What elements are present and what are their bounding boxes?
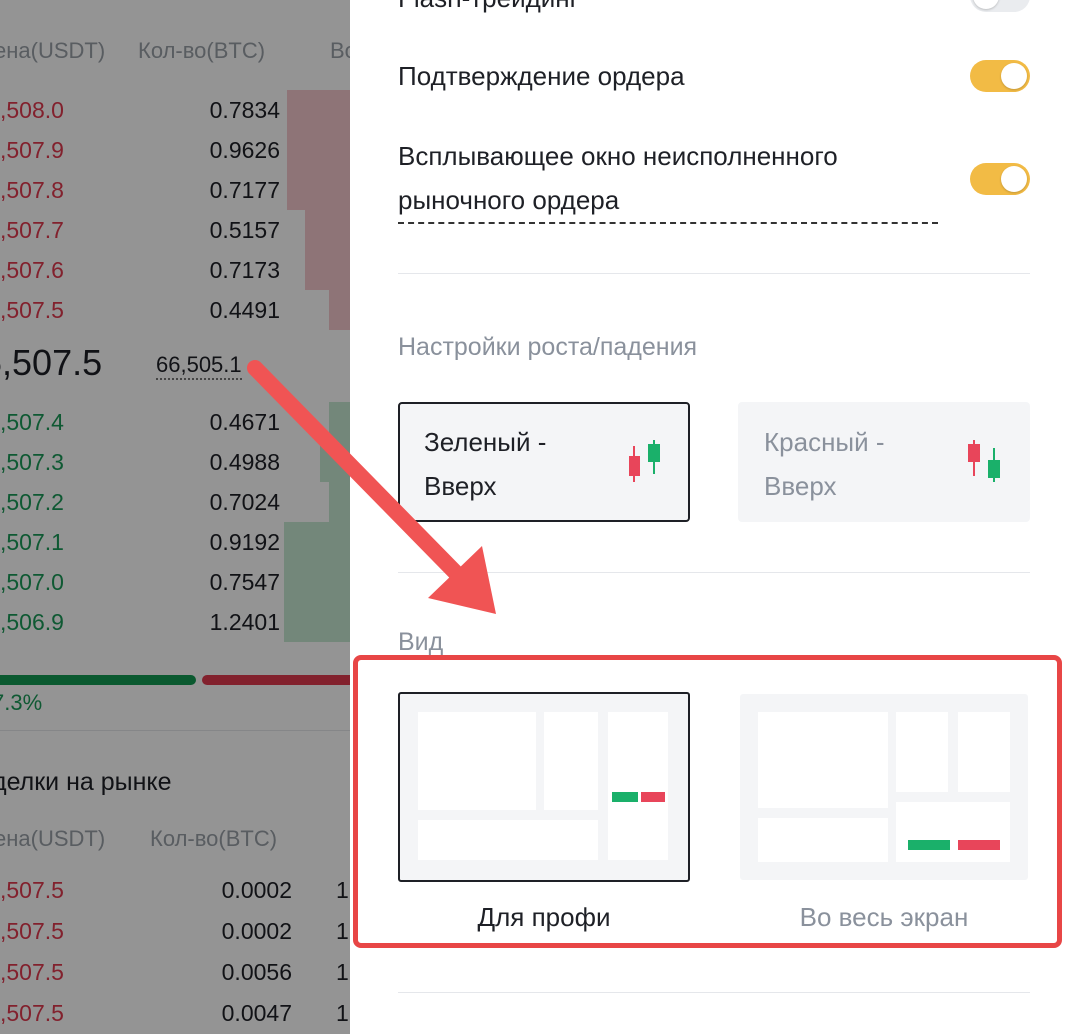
popup-label-line1: Всплывающее окно неисполненного xyxy=(398,141,838,171)
color-settings-title: Настройки роста/падения xyxy=(398,333,698,361)
candlestick-icon xyxy=(629,440,660,482)
toggle-knob xyxy=(973,0,999,9)
popup-label-line2[interactable]: рыночного ордера xyxy=(398,178,938,224)
toggle-knob xyxy=(1001,63,1027,89)
order-book-panel: ена(USDT) Кол-во(BTC) Во ,508.00.7834,50… xyxy=(0,0,350,1034)
popup-toggle[interactable] xyxy=(970,163,1030,195)
divider xyxy=(398,572,1030,573)
highlight-frame xyxy=(353,655,1062,948)
modal-overlay[interactable] xyxy=(0,0,350,1034)
toggle-knob xyxy=(1001,166,1027,192)
divider xyxy=(398,992,1030,993)
green-up-label: Зеленый - Вверх xyxy=(424,427,547,501)
order-confirm-label: Подтверждение ордера xyxy=(398,61,685,91)
red-up-label: Красный - Вверх xyxy=(764,427,885,501)
red-up-option[interactable]: Красный - Вверх xyxy=(738,402,1030,522)
candlestick-icon xyxy=(968,440,1000,482)
order-confirm-toggle[interactable] xyxy=(970,60,1030,92)
green-up-option[interactable]: Зеленый - Вверх xyxy=(398,402,690,522)
flash-trading-toggle[interactable] xyxy=(970,0,1030,12)
flash-trading-label: Flash-трейдинг xyxy=(398,0,579,20)
divider xyxy=(398,273,1030,274)
view-section-title: Вид xyxy=(398,628,444,656)
